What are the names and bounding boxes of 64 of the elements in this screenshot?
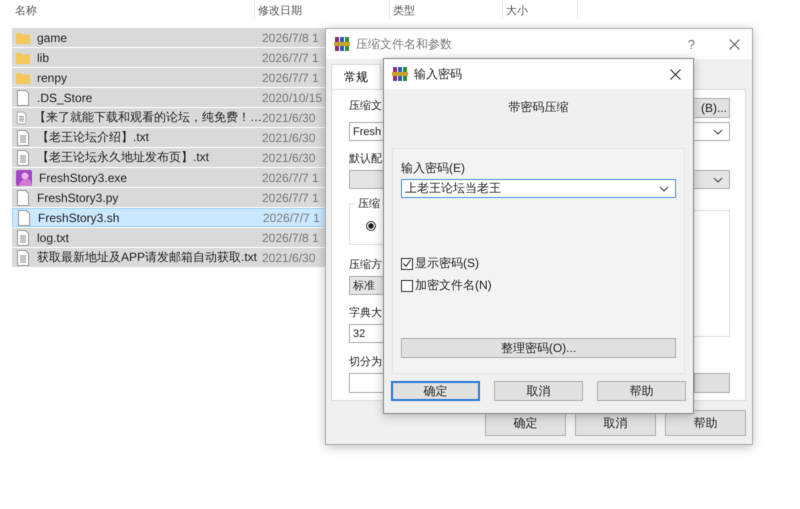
- dialog-button[interactable]: 帮助: [665, 410, 746, 436]
- app-icon: [16, 170, 32, 186]
- stacked-books-icon: [392, 66, 408, 82]
- file-icon: [16, 190, 30, 206]
- text-file-icon: [16, 230, 30, 246]
- modified-date: 2026/7/8 1: [262, 30, 319, 44]
- text-file-icon: [16, 250, 30, 266]
- column-header[interactable]: 类型: [393, 2, 415, 18]
- text-file-icon: [16, 130, 30, 146]
- checkbox-label[interactable]: 加密文件名(N): [415, 277, 492, 294]
- file-name: 【老王论坛介绍】.txt: [37, 129, 150, 146]
- text-file-icon: [16, 150, 30, 166]
- column-header[interactable]: 大小: [506, 2, 528, 18]
- field-label: 默认配: [349, 152, 382, 166]
- dialog-button[interactable]: 帮助: [597, 381, 686, 401]
- radio-button[interactable]: [366, 221, 376, 231]
- modified-date: 2026/7/7 1: [262, 70, 319, 84]
- checkbox[interactable]: [401, 280, 413, 292]
- modified-date: 2021/6/30: [262, 110, 316, 124]
- folder-icon: [16, 50, 30, 64]
- dialog-button[interactable]: 取消: [494, 381, 583, 401]
- file-name: renpy: [37, 70, 68, 84]
- organize-passwords-button[interactable]: 整理密码(O)...: [401, 338, 676, 358]
- modified-date: 2026/7/7 1: [262, 50, 319, 64]
- modified-date: 2021/6/30: [262, 130, 316, 144]
- file-name: lib: [37, 50, 50, 64]
- help-button[interactable]: ?: [688, 36, 695, 52]
- modified-date: 2021/6/30: [262, 150, 316, 164]
- field-label: 字典大: [349, 306, 382, 320]
- file-name: FreshStory3.py: [37, 190, 118, 204]
- window-title: 输入密码: [414, 66, 462, 82]
- file-icon: [16, 90, 30, 106]
- chevron-down-icon: [713, 128, 723, 134]
- close-icon[interactable]: [670, 68, 681, 80]
- chevron-down-icon: [713, 176, 723, 182]
- modified-date: 2020/10/15: [262, 90, 322, 104]
- text-file-icon: [16, 110, 27, 126]
- modified-date: 2021/6/30: [262, 250, 316, 264]
- file-name: game: [37, 30, 68, 44]
- column-header[interactable]: 修改日期: [258, 2, 302, 18]
- file-name: log.txt: [37, 230, 70, 244]
- dialog-button[interactable]: 确定: [391, 381, 480, 401]
- field-label: 切分为: [349, 355, 382, 369]
- chevron-down-icon: [659, 186, 669, 192]
- file-name: FreshStory3.exe: [39, 170, 128, 184]
- file-name: 【老王论坛永久地址发布页】.txt: [37, 149, 210, 166]
- modified-date: 2026/7/7 1: [262, 170, 319, 184]
- modified-date: 2026/7/7 1: [263, 210, 320, 224]
- file-icon: [17, 210, 31, 226]
- file-name: FreshStory3.sh: [38, 210, 120, 224]
- tab[interactable]: 常规: [331, 64, 381, 89]
- file-name: .DS_Store: [37, 90, 92, 104]
- folder-icon: [16, 70, 30, 84]
- close-icon[interactable]: [729, 38, 740, 50]
- group-label: 压缩: [356, 196, 382, 211]
- modified-date: 2026/7/7 1: [262, 190, 319, 204]
- column-header[interactable]: 名称: [15, 2, 37, 18]
- folder-icon: [16, 30, 30, 44]
- modified-date: 2026/7/8 1: [262, 230, 319, 244]
- checkbox[interactable]: [401, 258, 413, 270]
- password-field[interactable]: 上老王论坛当老王: [401, 179, 676, 198]
- stacked-books-icon: [334, 36, 350, 52]
- file-name: 获取最新地址及APP请发邮箱自动获取.txt: [37, 249, 258, 266]
- file-name: 【来了就能下载和观看的论坛，纯免费！…: [34, 109, 262, 126]
